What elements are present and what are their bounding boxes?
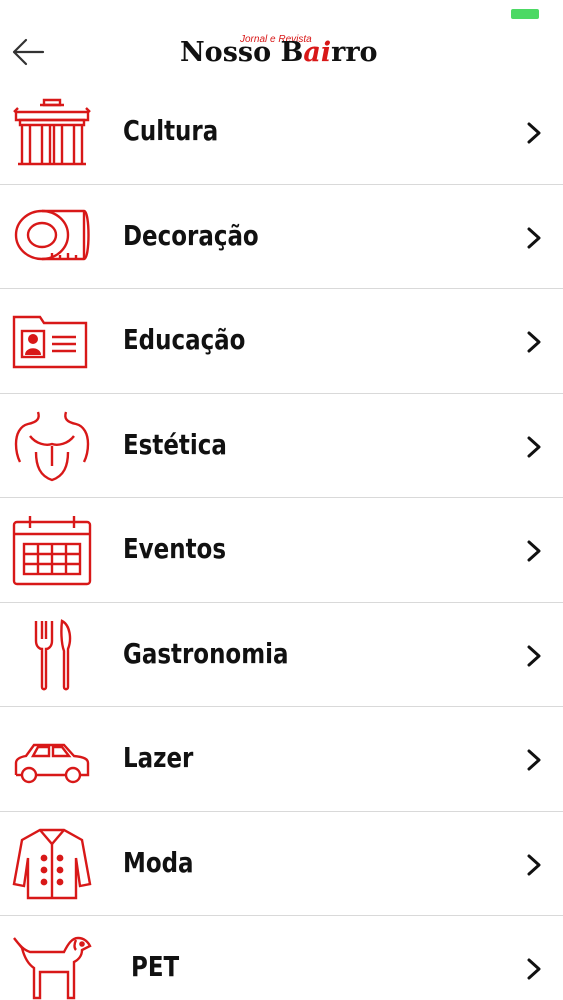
chevron-right-icon — [527, 958, 541, 980]
category-item-pet[interactable]: PET — [0, 916, 563, 1000]
logo-title-part: rro — [331, 37, 378, 68]
measuring-tape-icon — [10, 199, 94, 275]
back-arrow-icon — [12, 38, 45, 66]
category-label: Gastronomia — [123, 636, 289, 670]
logo-title-accent: ai — [303, 37, 332, 68]
category-item-lazer[interactable]: Lazer — [0, 707, 563, 812]
battery-icon — [511, 9, 539, 19]
category-item-cultura[interactable]: Cultura — [0, 80, 563, 185]
category-label: Lazer — [123, 741, 194, 774]
back-button[interactable] — [8, 34, 48, 70]
chevron-right-icon — [527, 854, 541, 875]
category-item-moda[interactable]: Moda — [0, 812, 563, 916]
jacket-icon — [10, 826, 94, 902]
category-label: PET — [131, 950, 180, 983]
category-list: Cultura Decoração Educação Estética Even… — [0, 80, 563, 1000]
chevron-right-icon — [527, 331, 541, 353]
chevron-right-icon — [527, 749, 541, 771]
calendar-icon — [10, 512, 94, 588]
app-header: Jornal e Revista Nosso Bairro — [0, 28, 563, 80]
gate-monument-icon — [10, 94, 94, 170]
logo-title-part: Nosso B — [180, 37, 304, 68]
category-label: Cultura — [123, 114, 219, 147]
chevron-right-icon — [527, 436, 541, 457]
category-item-educacao[interactable]: Educação — [0, 289, 563, 394]
category-label: Educação — [123, 323, 246, 356]
category-label: Decoração — [123, 218, 259, 252]
logo-title: Nosso Bairro — [180, 38, 378, 68]
category-item-estetica[interactable]: Estética — [0, 394, 563, 498]
category-label: Eventos — [123, 532, 226, 565]
car-icon — [10, 721, 94, 797]
category-item-gastronomia[interactable]: Gastronomia — [0, 603, 563, 707]
id-card-icon — [10, 303, 94, 379]
chevron-right-icon — [527, 227, 541, 248]
app-logo: Jornal e Revista Nosso Bairro — [180, 32, 385, 72]
category-label: Estética — [123, 427, 227, 461]
fork-knife-icon — [10, 617, 94, 693]
dog-icon — [10, 930, 94, 1000]
chevron-right-icon — [527, 122, 541, 144]
category-item-eventos[interactable]: Eventos — [0, 498, 563, 603]
chevron-right-icon — [527, 540, 541, 562]
status-bar — [0, 0, 563, 28]
category-item-decoracao[interactable]: Decoração — [0, 185, 563, 289]
torso-icon — [10, 408, 94, 484]
category-label: Moda — [123, 845, 194, 879]
chevron-right-icon — [527, 645, 541, 666]
